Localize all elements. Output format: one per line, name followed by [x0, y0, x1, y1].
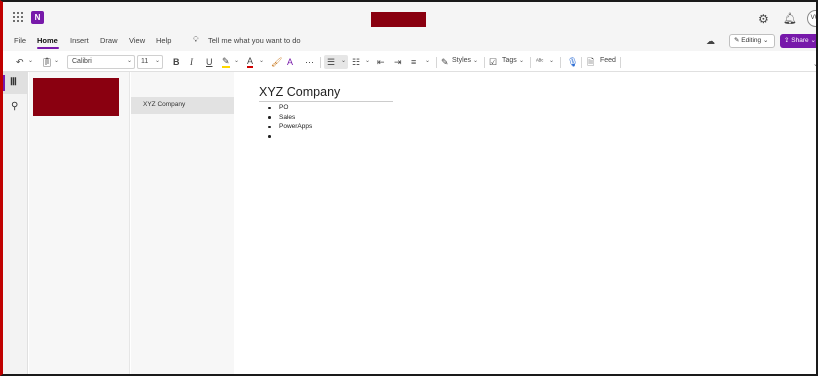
chevron-down-icon[interactable]: ⌄	[127, 57, 132, 64]
chevron-down-icon[interactable]: ⌄	[155, 57, 160, 64]
notebooks-icon: Ⅲ	[10, 77, 17, 88]
top-bar: N ⚙ 🔔︎ VW	[3, 2, 816, 34]
ribbon-divider	[320, 57, 321, 68]
ribbon-divider	[620, 57, 621, 68]
indent-icon[interactable]: ⇥	[394, 56, 402, 68]
chevron-down-icon[interactable]: ⌄	[549, 57, 554, 64]
lightbulb-icon: 💡︎	[193, 35, 199, 44]
redacted-notebook-title	[371, 12, 426, 27]
menu-bar: File Home Insert Draw View Help 💡︎ Tell …	[3, 34, 816, 51]
cloud-sync-icon: ☁	[706, 36, 715, 46]
ribbon-toolbar: ↶ ⌄ 📋︎ ⌄ Calibri ⌄ 11 ⌄ B I U ✎ ⌄ A ⌄ 🖌︎…	[3, 53, 816, 72]
tab-view[interactable]: View	[129, 36, 145, 45]
tags-button[interactable]: Tags	[502, 57, 517, 64]
font-color-icon[interactable]: A	[247, 56, 254, 68]
font-name-value: Calibri	[72, 58, 92, 65]
list-item[interactable]: Sales	[268, 113, 312, 123]
chevron-down-icon: ⌄	[762, 37, 769, 44]
list-item[interactable]: PO	[268, 103, 312, 113]
tell-me-search[interactable]: Tell me what you want to do	[208, 36, 301, 45]
feed-icon[interactable]: 🗎	[587, 56, 594, 68]
chevron-down-icon[interactable]: ⌄	[234, 57, 239, 64]
bullet-list[interactable]: PO Sales PowerApps	[268, 103, 312, 141]
italic-button[interactable]: I	[190, 56, 193, 68]
note-canvas[interactable]: XYZ Company PO Sales PowerApps	[234, 72, 816, 374]
chevron-down-icon[interactable]: ⌄	[341, 57, 346, 64]
sections-pane	[29, 72, 130, 374]
numbered-list-icon[interactable]: ☷	[352, 56, 360, 68]
ribbon-divider	[436, 57, 437, 68]
bell-icon[interactable]: 🔔︎	[783, 12, 797, 25]
avatar[interactable]: VW	[807, 10, 816, 27]
redacted-notebook-section	[33, 78, 119, 116]
underline-button[interactable]: U	[206, 56, 213, 68]
active-tab-indicator	[37, 47, 59, 49]
editing-mode-button[interactable]: ✎ Editing ⌄	[729, 34, 775, 48]
share-button[interactable]: ⇪ Share ⌄	[780, 34, 816, 48]
selected-indicator	[3, 75, 5, 91]
chevron-down-icon[interactable]: ⌄	[425, 57, 430, 64]
spelling-icon[interactable]: ᴬᴮᶜ	[536, 56, 543, 68]
tab-file[interactable]: File	[14, 36, 26, 45]
tab-home[interactable]: Home	[37, 36, 58, 45]
tag-icon[interactable]: ☑	[489, 56, 497, 68]
navigation-rail: Ⅲ ⚲	[3, 72, 28, 374]
list-item[interactable]	[268, 132, 312, 142]
ribbon-divider	[484, 57, 485, 68]
format-painter-icon[interactable]: 🖌︎	[271, 56, 282, 68]
onenote-logo-icon: N	[31, 11, 44, 24]
clipboard-icon[interactable]: 📋︎	[41, 56, 52, 68]
outdent-icon[interactable]: ⇤	[377, 56, 385, 68]
page-title[interactable]: XYZ Company	[259, 85, 393, 102]
collapse-ribbon-chevron-icon[interactable]: ⌄	[813, 60, 816, 68]
tab-help[interactable]: Help	[156, 36, 171, 45]
list-item[interactable]: PowerApps	[268, 122, 312, 132]
share-icon: ⇪	[784, 37, 790, 44]
editing-label: Editing	[741, 37, 762, 44]
search-icon[interactable]: ⚲	[11, 101, 18, 112]
bold-button[interactable]: B	[173, 56, 180, 68]
bullet-list-icon: ☰	[327, 57, 336, 67]
chevron-down-icon[interactable]: ⌄	[473, 57, 478, 64]
app-window: N ⚙ 🔔︎ VW File Home Insert Draw View Hel…	[0, 0, 818, 376]
share-label: Share	[791, 37, 809, 44]
dictate-mic-icon[interactable]: 🎙︎	[567, 56, 578, 68]
notebooks-nav-button[interactable]: Ⅲ	[3, 72, 28, 94]
app-launcher-icon[interactable]	[13, 12, 23, 22]
ribbon-divider	[530, 57, 531, 68]
chevron-down-icon[interactable]: ⌄	[365, 57, 370, 64]
styles-icon[interactable]: ✎	[441, 56, 449, 68]
highlight-icon[interactable]: ✎	[222, 56, 230, 68]
page-title-label: XYZ Company	[143, 101, 186, 108]
gear-icon[interactable]: ⚙	[758, 12, 769, 26]
tab-insert[interactable]: Insert	[70, 36, 89, 45]
page-list-item[interactable]: XYZ Company	[131, 97, 234, 114]
pencil-icon: ✎	[734, 37, 740, 44]
more-options-icon[interactable]: ⋯	[305, 56, 314, 68]
align-icon[interactable]: ≡	[411, 56, 416, 68]
tab-draw[interactable]: Draw	[100, 36, 118, 45]
chevron-down-icon: ⌄	[810, 37, 816, 44]
font-size-value: 11	[141, 58, 149, 65]
chevron-down-icon[interactable]: ⌄	[519, 57, 524, 64]
chevron-down-icon[interactable]: ⌄	[54, 57, 59, 64]
chevron-down-icon[interactable]: ⌄	[28, 57, 33, 64]
ribbon-divider	[560, 57, 561, 68]
clear-formatting-icon[interactable]: A	[287, 56, 293, 68]
ribbon-divider	[581, 57, 582, 68]
styles-button[interactable]: Styles	[452, 57, 471, 64]
undo-icon[interactable]: ↶	[16, 56, 24, 68]
chevron-down-icon[interactable]: ⌄	[259, 57, 264, 64]
font-name-select[interactable]: Calibri	[67, 55, 135, 69]
feed-button[interactable]: Feed	[600, 57, 616, 64]
pages-pane: XYZ Company	[131, 72, 234, 374]
